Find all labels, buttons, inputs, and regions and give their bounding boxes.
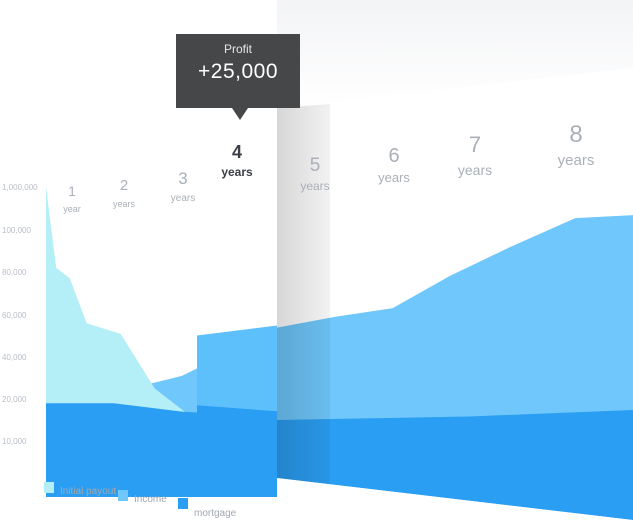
y-tick-label: 10,000 <box>2 437 27 446</box>
y-tick-label: 20,000 <box>2 395 27 404</box>
year-number-4: 4 <box>232 142 242 162</box>
year-number-1: 1 <box>68 183 76 199</box>
profit-tooltip: Profit +25,000 <box>176 34 300 120</box>
year-number-6: 6 <box>388 145 399 167</box>
year-number-3: 3 <box>178 169 187 188</box>
year-unit-5: years <box>300 179 329 193</box>
active-card-mortgage <box>197 405 277 497</box>
profit-area-chart: 1,000,000 100,000 80,000 60,000 40,000 20,000… <box>2 0 633 520</box>
tooltip-label: Profit <box>223 42 252 56</box>
year-unit-8: years <box>558 152 595 169</box>
y-tick-label: 40,000 <box>2 353 27 362</box>
year-number-8: 8 <box>569 121 582 148</box>
year-unit-1: year <box>63 204 81 214</box>
legend-label-initial-payout: Initial payout <box>60 486 116 497</box>
legend-swatch-initial-payout <box>44 482 54 493</box>
panel-shadow <box>277 104 330 484</box>
legend-swatch-income <box>118 490 128 501</box>
legend-label-income: Income <box>134 494 167 505</box>
legend-label-mortgage: mortgage <box>194 508 237 519</box>
area-right-mortgage <box>277 410 633 520</box>
year-unit-6: years <box>378 170 410 185</box>
year-unit-4: years <box>221 165 253 179</box>
y-tick-label: 80,000 <box>2 268 27 277</box>
year-unit-7: years <box>458 162 492 178</box>
year-number-7: 7 <box>469 132 481 157</box>
y-axis: 1,000,000 100,000 80,000 60,000 40,000 20,000… <box>2 183 38 446</box>
y-tick-label: 60,000 <box>2 311 27 320</box>
y-tick-label: 1,000,000 <box>2 183 38 192</box>
legend-swatch-mortgage <box>178 498 188 509</box>
year-unit-2: years <box>113 199 136 209</box>
tooltip-value: +25,000 <box>198 60 278 83</box>
year-number-2: 2 <box>120 177 128 194</box>
year-number-5: 5 <box>310 155 321 176</box>
year-unit-3: years <box>171 193 195 204</box>
y-tick-label: 100,000 <box>2 226 31 235</box>
